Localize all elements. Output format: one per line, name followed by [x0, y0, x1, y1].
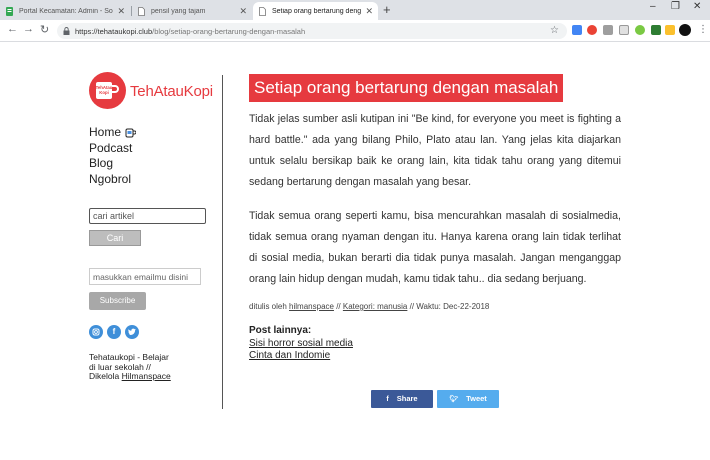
translate-extension-icon[interactable] — [572, 25, 582, 35]
notes-extension-icon[interactable] — [665, 25, 675, 35]
url-text: https://tehataukopi.club/blog/setiap-ora… — [75, 27, 305, 36]
browser-tab-strip: Portal Kecamatan: Admin - Socra ✕ pensil… — [0, 0, 710, 20]
close-tab-icon[interactable]: ✕ — [365, 6, 373, 17]
tab-title: pensil yang tajam — [151, 7, 206, 15]
coffee-cup-icon — [125, 128, 137, 138]
webpage: TehAtau Kopi TehAtauKopi Home Podcast Bl… — [0, 43, 710, 460]
url-path: /blog/setiap-orang-bertarung-dengan-masa… — [152, 26, 306, 36]
forward-arrow-icon[interactable]: → — [23, 23, 34, 35]
page-icon — [138, 6, 145, 16]
page-title: Setiap orang bertarung dengan masalah — [249, 74, 564, 102]
lock-icon — [63, 27, 70, 35]
teacup-logo-icon: TehAtau Kopi — [96, 82, 119, 99]
other-post-link[interactable]: Cinta dan Indomie — [249, 350, 353, 363]
site-logo[interactable]: TehAtau Kopi — [89, 72, 126, 109]
flag-extension-icon[interactable] — [619, 25, 629, 35]
vpn-extension-icon[interactable] — [635, 25, 645, 35]
article-meta: ditulis oleh hilmanspace // Kategori: ma… — [249, 302, 489, 311]
minimize-icon[interactable]: – — [650, 1, 656, 12]
back-arrow-icon[interactable]: ← — [7, 23, 18, 35]
twitter-bird-icon: 🐦︎ — [449, 396, 459, 403]
page-icon — [259, 6, 266, 16]
tab-title: Portal Kecamatan: Admin - Socra — [19, 7, 114, 15]
nav-home[interactable]: Home — [89, 125, 137, 141]
facebook-share-button[interactable]: f Share — [371, 390, 433, 408]
search-button[interactable]: Cari — [89, 230, 141, 246]
email-field[interactable] — [89, 268, 201, 285]
article-body: Tidak jelas sumber asli kutipan ini "Be … — [249, 109, 621, 303]
browser-tab[interactable]: Portal Kecamatan: Admin - Socra ✕ — [0, 2, 130, 20]
close-tab-icon[interactable]: ✕ — [239, 6, 247, 17]
other-post-link[interactable]: Sisi horror sosial media — [249, 338, 353, 351]
post-date: Waktu: Dec-22-2018 — [416, 302, 490, 311]
browser-tab[interactable]: pensil yang tajam ✕ — [132, 2, 252, 20]
site-name[interactable]: TehAtauKopi — [130, 83, 213, 100]
other-posts-heading: Post lainnya: — [249, 325, 312, 336]
tweet-button[interactable]: 🐦︎ Tweet — [437, 390, 499, 408]
address-bar[interactable]: https://tehataukopi.club/blog/setiap-ora… — [57, 23, 567, 39]
about-text: Tehataukopi - Belajar di luar sekolah //… — [89, 352, 177, 382]
nav-ngobrol[interactable]: Ngobrol — [89, 172, 136, 188]
facebook-icon[interactable]: f — [107, 325, 121, 339]
meta-separator: // — [336, 302, 341, 311]
facebook-icon: f — [386, 396, 389, 403]
profile-avatar[interactable] — [679, 24, 691, 36]
twitter-icon[interactable] — [125, 325, 139, 339]
menu-dots-icon[interactable]: ⋮ — [698, 24, 708, 35]
instagram-icon[interactable] — [89, 325, 103, 339]
browser-tab-active[interactable]: Setiap orang bertarung dengan m ✕ — [253, 2, 378, 20]
meta-written-by: ditulis oleh — [249, 302, 287, 311]
reload-icon[interactable]: ↻ — [40, 23, 49, 36]
url-host: https://tehataukopi.club — [75, 26, 153, 36]
about-link[interactable]: Hilmanspace — [122, 371, 171, 381]
nav-podcast[interactable]: Podcast — [89, 141, 136, 157]
bookmark-star-icon[interactable]: ☆ — [550, 25, 559, 36]
document-green-icon — [6, 6, 13, 16]
color-extension-icon[interactable] — [587, 25, 597, 35]
tweet-label: Tweet — [466, 394, 487, 403]
nav-blog[interactable]: Blog — [89, 156, 136, 172]
other-posts: Post lainnya: Sisi horror sosial media C… — [249, 325, 353, 363]
article-paragraph: Tidak semua orang seperti kamu, bisa men… — [249, 210, 621, 285]
filter-extension-icon[interactable] — [603, 25, 613, 35]
close-tab-icon[interactable]: ✕ — [117, 6, 125, 17]
share-label: Share — [396, 394, 418, 403]
vertical-divider — [222, 75, 223, 409]
close-window-icon[interactable]: ✕ — [693, 1, 701, 12]
meta-separator: // — [409, 302, 415, 311]
category-link[interactable]: Kategori: manusia — [343, 302, 407, 311]
search-input[interactable] — [89, 208, 206, 224]
maximize-icon[interactable]: ❐ — [671, 1, 680, 12]
nav-home-label: Home — [89, 125, 122, 139]
sidebar-nav: Home Podcast Blog Ngobrol — [89, 125, 137, 188]
browser-toolbar: ← → ↻ https://tehataukopi.club/blog/seti… — [0, 20, 710, 42]
subscribe-button[interactable]: Subscribe — [89, 292, 146, 310]
tab-title: Setiap orang bertarung dengan m — [272, 7, 362, 15]
new-tab-button[interactable]: + — [383, 2, 391, 17]
author-link[interactable]: hilmanspace — [289, 302, 334, 311]
svg-text:Kopi: Kopi — [99, 90, 109, 95]
shield-extension-icon[interactable] — [651, 25, 661, 35]
article-paragraph: Tidak jelas sumber asli kutipan ini "Be … — [249, 113, 621, 188]
